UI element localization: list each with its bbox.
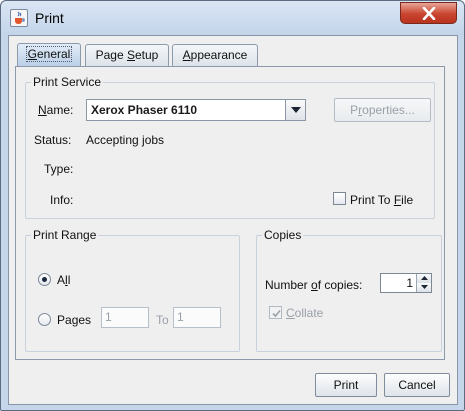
tab-general[interactable]: General — [17, 43, 81, 67]
type-label: Type: — [44, 162, 74, 176]
number-of-copies-label: Number of copies: — [265, 278, 363, 292]
info-label: Info: — [50, 193, 74, 207]
print-range-group: Print Range All Pages 1 To 1 — [25, 228, 240, 352]
copies-spinner[interactable]: 1 — [380, 273, 432, 293]
dropdown-arrow-button[interactable] — [285, 100, 305, 120]
status-value: Accepting jobs — [86, 133, 165, 147]
close-icon — [422, 7, 436, 20]
checkmark-icon — [272, 309, 281, 318]
status-label: Status: — [34, 133, 72, 147]
print-to-file-label[interactable]: Print To File — [350, 193, 413, 207]
print-service-title: Print Service — [31, 75, 104, 89]
decrement-button[interactable] — [416, 283, 431, 292]
close-button[interactable] — [400, 2, 457, 24]
printer-select[interactable]: Xerox Phaser 6110 — [86, 99, 306, 121]
properties-button[interactable]: Properties... — [334, 98, 431, 122]
all-pages-label[interactable]: All — [57, 273, 70, 287]
print-button[interactable]: Print — [315, 373, 377, 397]
page-range-label[interactable]: Pages — [57, 313, 91, 327]
window-title: Print — [35, 10, 64, 26]
tab-general-label: General — [25, 46, 73, 62]
chevron-down-icon — [421, 285, 428, 289]
printer-name-label: Name: — [38, 103, 74, 117]
tab-appearance[interactable]: Appearance — [172, 44, 258, 66]
all-pages-radio[interactable] — [38, 273, 51, 286]
dialog-client-area: General Page Setup Appearance Print Serv… — [8, 35, 458, 405]
printer-select-value: Xerox Phaser 6110 — [91, 103, 198, 117]
chevron-down-icon — [291, 107, 301, 113]
print-to-file-checkbox[interactable] — [333, 192, 346, 205]
title-bar[interactable]: Print — [1, 1, 464, 35]
collate-label: Collate — [286, 306, 324, 320]
tab-page-setup-label: Page Setup — [95, 48, 159, 62]
page-from-field[interactable]: 1 — [101, 307, 149, 328]
radio-selected-dot — [42, 277, 47, 282]
copies-value: 1 — [406, 276, 413, 290]
general-tab-panel: Print Service Name: Xerox Phaser 6110 Pr… — [15, 66, 445, 360]
increment-button[interactable] — [416, 274, 431, 283]
page-range-radio[interactable] — [38, 313, 51, 326]
copies-title: Copies — [262, 228, 304, 242]
page-to-label: To — [156, 313, 169, 327]
tab-page-setup[interactable]: Page Setup — [85, 44, 169, 66]
java-cup-icon — [10, 9, 28, 27]
cancel-button[interactable]: Cancel — [384, 373, 450, 397]
chevron-up-icon — [421, 276, 428, 280]
print-range-title: Print Range — [31, 228, 99, 242]
page-to-field[interactable]: 1 — [173, 307, 221, 328]
print-dialog-window: Print General Page Setup Appearance Prin… — [0, 0, 465, 411]
copies-group: Copies Number of copies: 1 Collate — [256, 228, 442, 352]
collate-checkbox[interactable] — [269, 306, 282, 319]
tab-appearance-label: Appearance — [182, 48, 248, 62]
print-service-group: Print Service Name: Xerox Phaser 6110 Pr… — [25, 75, 435, 219]
